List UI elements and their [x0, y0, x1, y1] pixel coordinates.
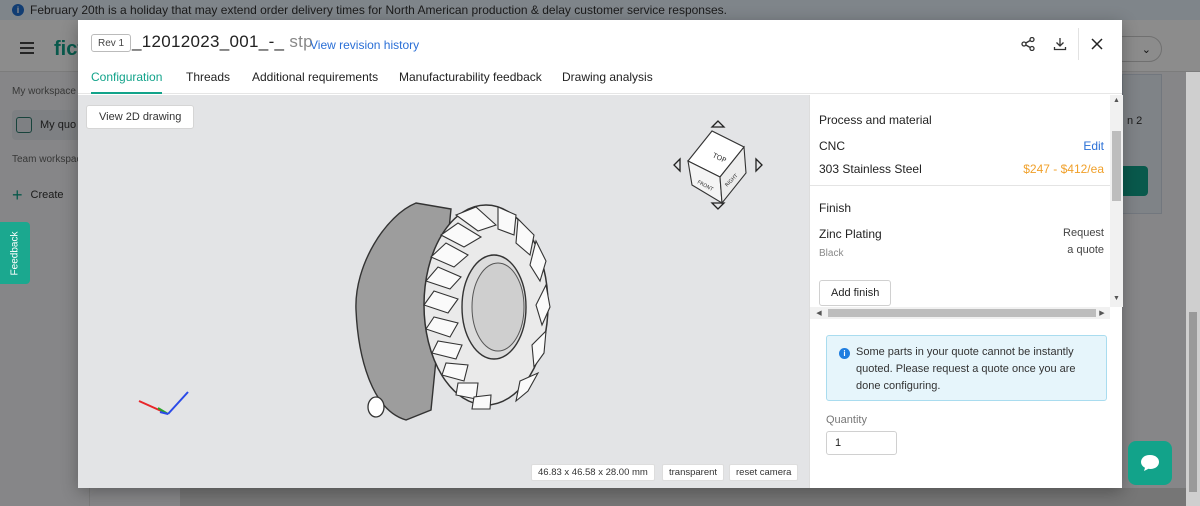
view-revision-history-link[interactable]: View revision history [310, 38, 419, 52]
config-panel: Process and material CNC Edit 303 Stainl… [809, 95, 1123, 488]
request-line-1: Request [1063, 227, 1104, 239]
material-value: 303 Stainless Steel [819, 162, 922, 176]
feedback-tab[interactable]: Feedback [0, 222, 30, 284]
scroll-left-icon[interactable]: ◀ [813, 307, 825, 319]
view-2d-drawing-button[interactable]: View 2D drawing [86, 105, 195, 129]
panel-vertical-scrollbar[interactable]: ▲ ▼ [1110, 95, 1123, 307]
rotate-right-icon [755, 157, 763, 173]
quantity-label: Quantity [826, 414, 867, 426]
scroll-up-icon[interactable]: ▲ [1110, 95, 1123, 105]
gear-model[interactable] [346, 195, 556, 425]
close-icon[interactable] [1087, 34, 1107, 54]
section-divider [810, 185, 1110, 186]
quote-notice: i Some parts in your quote cannot be ins… [826, 335, 1107, 401]
share-icon[interactable] [1018, 34, 1038, 54]
finish-title: Finish [819, 201, 852, 215]
rotate-up-icon [710, 120, 726, 128]
tab-configuration[interactable]: Configuration [91, 70, 163, 94]
file-name: _12012023_001_-_ stp [132, 32, 313, 52]
panel-horizontal-scrollbar[interactable]: ◀ ▶ [810, 307, 1110, 319]
scrollbar-thumb[interactable] [828, 309, 1096, 317]
tab-threads[interactable]: Threads [186, 70, 230, 94]
tab-additional-requirements[interactable]: Additional requirements [252, 70, 378, 94]
rotate-down-icon [710, 202, 726, 210]
scrollbar-thumb[interactable] [1112, 131, 1121, 201]
finish-color: Black [819, 248, 844, 259]
finish-request-quote: Request a quote [1063, 225, 1104, 259]
edit-process-link[interactable]: Edit [1083, 139, 1104, 153]
price-range: $247 - $412/ea [1023, 162, 1104, 176]
tab-bar: Configuration Threads Additional require… [78, 66, 1122, 94]
notice-text: Some parts in your quote cannot be insta… [856, 346, 1076, 392]
file-name-text: _12012023_001_-_ [132, 32, 285, 51]
chat-button[interactable] [1128, 441, 1172, 485]
quantity-input[interactable]: 1 [826, 431, 897, 455]
finish-name: Zinc Plating [819, 227, 882, 241]
revision-badge: Rev 1 [91, 34, 132, 52]
chat-icon [1141, 455, 1159, 471]
rotate-left-icon [673, 157, 681, 173]
tab-drawing-analysis[interactable]: Drawing analysis [562, 70, 653, 94]
axis-triad [138, 391, 189, 415]
3d-viewer[interactable]: View 2D drawing TOP FRONT RIGHT 46.83 x … [78, 95, 809, 488]
download-icon[interactable] [1050, 34, 1070, 54]
header-separator [1078, 28, 1079, 60]
transparent-button[interactable]: transparent [662, 464, 725, 481]
add-finish-button[interactable]: Add finish [819, 280, 892, 306]
part-config-modal: Rev 1 _12012023_001_-_ stp View revision… [78, 20, 1123, 488]
process-material-title: Process and material [819, 113, 932, 127]
scroll-down-icon[interactable]: ▼ [1110, 293, 1123, 303]
config-scroll-area[interactable]: Process and material CNC Edit 303 Stainl… [810, 95, 1110, 307]
navigation-cube[interactable]: TOP FRONT RIGHT [672, 117, 772, 213]
page-scrollbar[interactable] [1186, 72, 1200, 506]
modal-header: Rev 1 _12012023_001_-_ stp View revision… [78, 20, 1122, 70]
tab-manufacturability-feedback[interactable]: Manufacturability feedback [399, 70, 542, 94]
request-line-2: a quote [1067, 244, 1104, 256]
feedback-label: Feedback [9, 231, 21, 275]
reset-camera-button[interactable]: reset camera [729, 464, 799, 481]
info-icon: i [839, 348, 850, 359]
process-value: CNC [819, 139, 845, 153]
dimensions-chip: 46.83 x 46.58 x 28.00 mm [531, 464, 655, 481]
scroll-right-icon[interactable]: ▶ [1096, 307, 1108, 319]
